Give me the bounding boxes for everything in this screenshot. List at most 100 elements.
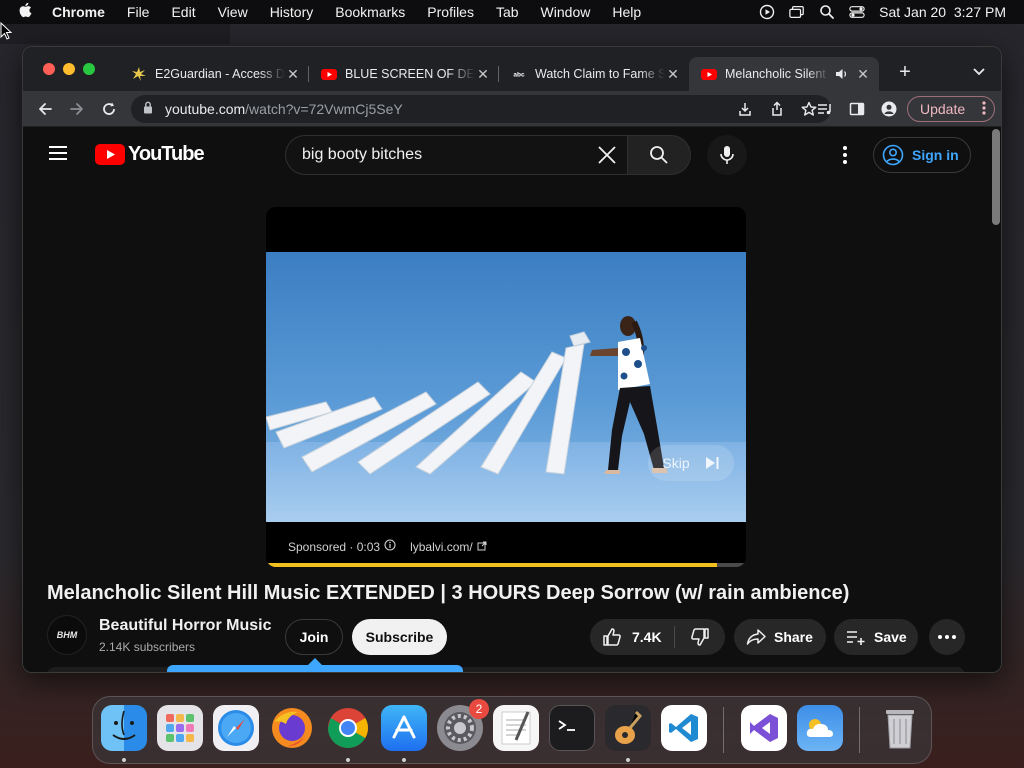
minimize-window-button[interactable] <box>63 63 75 75</box>
finder-icon[interactable] <box>101 705 147 751</box>
skip-ad-button[interactable]: Skip <box>648 445 734 481</box>
tab-title: Watch Claim to Fame S <box>535 67 665 81</box>
visual-studio-icon[interactable] <box>741 705 787 751</box>
external-link-icon[interactable] <box>477 540 487 554</box>
weather-icon[interactable] <box>797 705 843 751</box>
play-circle-icon[interactable] <box>759 4 775 20</box>
running-indicator <box>346 758 350 762</box>
safari-icon[interactable] <box>213 705 259 751</box>
ad-sponsored-text: Sponsored · 0:03 <box>288 539 381 554</box>
profile-icon[interactable] <box>879 99 899 119</box>
ad-video-frame[interactable]: Skip <box>266 252 746 522</box>
address-bar[interactable]: youtube.com/watch?v=72VwmCj5SeY <box>131 95 831 123</box>
tab-search-chevron-icon[interactable] <box>973 63 985 81</box>
forward-button[interactable] <box>67 99 87 119</box>
menubar-clock[interactable]: Sat Jan 20 3:27 PM <box>879 4 1006 20</box>
video-title: Melancholic Silent Hill Music EXTENDED |… <box>47 582 850 604</box>
media-queue-icon[interactable] <box>815 99 835 119</box>
garageband-icon[interactable] <box>605 705 651 751</box>
like-count: 7.4K <box>632 629 662 645</box>
page-scrollbar[interactable] <box>989 127 1001 672</box>
site-info-lock-icon[interactable] <box>143 101 153 117</box>
tab-e2guardian[interactable]: E2Guardian - Access D ✕ <box>119 57 309 91</box>
vscode-icon[interactable] <box>661 705 707 751</box>
menu-profiles[interactable]: Profiles <box>416 4 485 20</box>
menu-window[interactable]: Window <box>530 4 602 20</box>
close-window-button[interactable] <box>43 63 55 75</box>
youtube-logo[interactable]: YouTube <box>95 143 205 166</box>
video-player[interactable]: Skip Sponsored · 0:03 lybalvi.com/ <box>266 207 746 567</box>
install-app-icon[interactable] <box>737 101 753 120</box>
update-button[interactable]: Update <box>907 96 995 122</box>
search-button[interactable] <box>627 135 691 175</box>
skip-ad-label: Skip <box>662 455 690 471</box>
voice-search-button[interactable] <box>707 135 747 175</box>
tab-title: E2Guardian - Access D <box>155 67 285 81</box>
apple-menu-icon[interactable] <box>0 2 50 22</box>
system-settings-icon[interactable]: 2 <box>437 699 489 751</box>
sign-in-button[interactable]: Sign in <box>873 137 971 173</box>
launchpad-icon[interactable] <box>157 705 203 751</box>
join-button[interactable]: Join <box>285 619 343 655</box>
advertiser-link[interactable]: lybalvi.com/ <box>410 540 473 554</box>
youtube-play-logo-icon <box>95 144 125 165</box>
save-button[interactable]: Save <box>834 619 918 655</box>
terminal-icon[interactable] <box>549 705 595 751</box>
url-path: /watch?v=72VwmCj5SeY <box>245 101 403 117</box>
firefox-icon[interactable] <box>269 705 315 751</box>
ad-info-icon[interactable] <box>384 539 396 554</box>
dock-separator <box>859 707 860 753</box>
scrollbar-thumb[interactable] <box>992 129 1000 225</box>
menu-app-name[interactable]: Chrome <box>50 4 116 20</box>
share-page-icon[interactable] <box>769 101 785 120</box>
subscribe-button[interactable]: Subscribe <box>352 619 447 655</box>
clear-search-icon[interactable] <box>597 145 617 170</box>
tab-blue-screen[interactable]: BLUE SCREEN OF DEA ✕ <box>309 57 499 91</box>
reload-button[interactable] <box>99 99 119 119</box>
url-host: youtube.com <box>165 101 246 117</box>
ad-progress-bar[interactable] <box>266 563 746 567</box>
control-center-icon[interactable] <box>849 4 865 20</box>
menu-view[interactable]: View <box>207 4 259 20</box>
menu-history[interactable]: History <box>259 4 325 20</box>
chrome-icon[interactable] <box>325 705 371 751</box>
tab-close-icon[interactable]: ✕ <box>665 66 681 83</box>
app-store-icon[interactable] <box>381 705 427 751</box>
menu-file[interactable]: File <box>116 4 161 20</box>
dock-separator <box>723 707 724 753</box>
ad-dominoes-woman-image <box>266 316 746 522</box>
tab-claim-to-fame[interactable]: abc Watch Claim to Fame S ✕ <box>499 57 689 91</box>
menu-help[interactable]: Help <box>601 4 652 20</box>
tab-title: Melancholic Silent <box>725 67 826 81</box>
channel-name[interactable]: Beautiful Horror Music <box>99 617 271 635</box>
like-button[interactable]: 7.4K <box>590 619 674 655</box>
back-button[interactable] <box>35 99 55 119</box>
tab-close-icon[interactable]: ✕ <box>285 66 301 83</box>
screen-mirroring-icon[interactable] <box>789 4 805 20</box>
menu-edit[interactable]: Edit <box>160 4 206 20</box>
share-button[interactable]: Share <box>734 619 826 655</box>
tab-audio-speaker-icon[interactable] <box>835 67 849 81</box>
trash-icon[interactable] <box>877 705 923 751</box>
guide-menu-icon[interactable] <box>49 146 67 160</box>
more-actions-button[interactable] <box>929 619 965 655</box>
save-label: Save <box>874 629 907 645</box>
side-panel-icon[interactable] <box>847 99 867 119</box>
spotlight-search-icon[interactable] <box>819 4 835 20</box>
textedit-icon[interactable] <box>493 705 539 751</box>
new-tab-button[interactable]: + <box>895 61 915 84</box>
tab-melancholic-silent[interactable]: Melancholic Silent ✕ <box>689 57 879 91</box>
tab-close-icon[interactable]: ✕ <box>475 66 491 83</box>
settings-more-icon[interactable] <box>835 143 855 167</box>
zoom-window-button[interactable] <box>83 63 95 75</box>
youtube-header: YouTube big booty bitches Sign in <box>23 127 989 183</box>
dislike-button[interactable] <box>675 619 725 655</box>
tab-title: BLUE SCREEN OF DEA <box>345 67 475 81</box>
tab-close-icon[interactable]: ✕ <box>855 66 871 83</box>
menu-tab[interactable]: Tab <box>485 4 530 20</box>
chrome-menu-icon[interactable] <box>982 100 986 119</box>
menu-bookmarks[interactable]: Bookmarks <box>324 4 416 20</box>
search-input[interactable]: big booty bitches <box>285 135 627 175</box>
channel-avatar[interactable]: BHM <box>47 615 87 655</box>
tooltip-caret <box>308 658 322 665</box>
